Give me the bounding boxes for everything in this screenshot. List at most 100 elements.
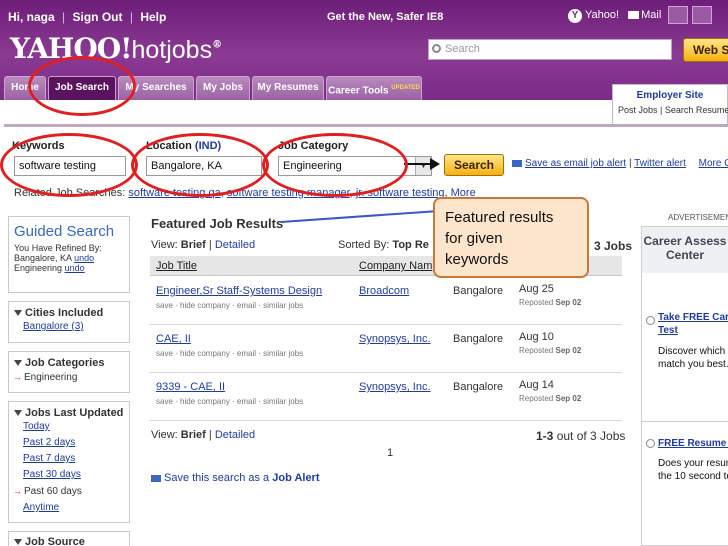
company-link[interactable]: Synopsys, Inc. (359, 333, 431, 345)
count-text: out of 3 Jobs (556, 429, 626, 443)
categories-header[interactable]: Job Categories (9, 352, 129, 369)
triangle-down-icon (14, 539, 22, 546)
updated-filter-item[interactable]: Past 30 days (9, 467, 129, 483)
tab-label: My Jobs (202, 82, 243, 93)
sort-control[interactable]: Sorted By: Top Re (338, 239, 429, 251)
updated-filter-item[interactable]: Anytime (9, 500, 129, 516)
tab-my-jobs[interactable]: My Jobs (196, 76, 250, 100)
signout-link[interactable]: Sign Out (73, 10, 123, 24)
table-row: CAE, II Synopsys, Inc. Bangalore Aug 10 … (150, 325, 622, 373)
separator: | (628, 158, 632, 169)
job-title-link[interactable]: 9339 - CAE, II (156, 381, 225, 393)
job-title-link[interactable]: Engineer,Sr Staff-Systems Design (156, 285, 322, 297)
job-title-link[interactable]: CAE, II (156, 333, 191, 345)
web-search-input[interactable]: Search (428, 39, 672, 60)
reposted-date: Sep 02 (555, 394, 582, 403)
col-job-title[interactable]: Job Title (156, 260, 197, 272)
row-actions[interactable]: save · hide company · email · similar jo… (156, 301, 303, 310)
callout-text-line: for given (445, 230, 503, 247)
view-brief: Brief (180, 429, 206, 441)
updated-filter-item[interactable]: Past 2 days (9, 435, 129, 451)
save-search-text[interactable]: Save this search as a (164, 472, 269, 484)
search-button[interactable]: Search (444, 154, 504, 176)
featured-results-title: Featured Job Results (151, 216, 284, 231)
reposted-label: Reposted (519, 394, 554, 403)
ad-radio-icon (646, 439, 655, 448)
job-date: Aug 25 (519, 283, 554, 295)
separator: | (62, 10, 66, 24)
table-row: Engineer,Sr Staff-Systems Design Broadco… (150, 277, 622, 325)
employer-site-link[interactable]: Employer Site (613, 90, 727, 101)
email-alert-link[interactable]: Save as email job alert (525, 158, 626, 169)
view-toggle-bottom: View: Brief | Detailed (151, 429, 256, 441)
cities-title: Cities Included (25, 307, 104, 319)
job-source-header[interactable]: Job Source (9, 532, 129, 546)
company-link[interactable]: Broadcom (359, 285, 409, 297)
reposted-text: Reposted Sep 02 (519, 346, 581, 355)
help-link[interactable]: Help (140, 10, 166, 24)
row-actions[interactable]: save · hide company · email · similar jo… (156, 349, 303, 358)
updated-filter-item[interactable]: Today (9, 419, 129, 435)
reposted-text: Reposted Sep 02 (519, 298, 581, 307)
advertisement-label: ADVERTISEMENT (668, 213, 728, 222)
messenger-icon[interactable] (668, 6, 688, 24)
updated-filter-item[interactable]: Past 7 days (9, 451, 129, 467)
undo-link[interactable]: undo (74, 253, 94, 263)
ie8-promo-link[interactable]: Get the New, Safer IE8 (327, 11, 443, 23)
shortcut-icon[interactable] (692, 6, 712, 24)
advertisement-box: Career AssessCenter Take FREE Caree Test… (641, 226, 728, 546)
cities-header[interactable]: Cities Included (9, 302, 129, 319)
job-source-box: Job Source (8, 531, 130, 546)
row-actions[interactable]: save · hide company · email · similar jo… (156, 397, 303, 406)
view-label: View: (151, 429, 178, 441)
callout-text-line: Featured results (445, 209, 554, 226)
guided-search-box: Guided Search You Have Refined By: Banga… (8, 216, 130, 293)
view-detailed-link[interactable]: Detailed (215, 429, 255, 441)
more-options-link[interactable]: More Options (699, 158, 728, 169)
ad-link[interactable]: Test (658, 324, 678, 337)
chevron-down-icon[interactable]: ▼ (415, 157, 431, 175)
annotation-oval-keywords (0, 133, 138, 197)
reposted-date: Sep 02 (555, 346, 582, 355)
callout-pointer-line (280, 210, 434, 223)
updated-filter-item-current: Past 60 days (9, 483, 129, 500)
ad-link[interactable]: FREE Resume Gr (658, 437, 728, 450)
alert-links: Save as email job alert | Twitter alert … (512, 158, 728, 169)
web-search-button[interactable]: Web Se (683, 38, 728, 62)
envelope-icon (628, 11, 640, 20)
categories-title: Job Categories (25, 357, 105, 369)
col-company[interactable]: Company Nam (359, 260, 432, 272)
envelope-icon (512, 159, 522, 167)
arrow-right-icon (430, 158, 440, 170)
ad-head-line: Center (665, 248, 704, 262)
ad-header[interactable]: Career Assess Center (642, 227, 728, 273)
reposted-label: Reposted (519, 298, 554, 307)
yahoo-link[interactable]: Yahoo! (585, 9, 619, 21)
last-updated-title: Jobs Last Updated (25, 407, 124, 419)
sorted-label: Sorted By: (338, 239, 390, 251)
job-alert-link[interactable]: Job Alert (272, 472, 319, 484)
view-detailed-link[interactable]: Detailed (215, 239, 255, 251)
triangle-down-icon (14, 410, 22, 417)
mail-link[interactable]: Mail (641, 9, 661, 21)
company-link[interactable]: Synopsys, Inc. (359, 381, 431, 393)
city-filter-item[interactable]: Bangalore (3) (9, 319, 129, 335)
tab-career-tools[interactable]: Career Tools UPDATED (326, 76, 422, 100)
hotjobs-logo-text: hotjobs (131, 36, 213, 64)
cities-box: Cities Included Bangalore (3) (8, 301, 130, 343)
refined-value: Engineering (14, 263, 63, 273)
top-user-bar: Hi, naga | Sign Out | Help (8, 10, 170, 24)
view-toggle: View: Brief | Detailed (151, 239, 256, 251)
yahoo-icon: Y (568, 9, 582, 23)
ad-text: Does your resum (658, 458, 728, 469)
categories-box: Job Categories Engineering (8, 351, 130, 393)
category-filter-item: Engineering (9, 369, 129, 386)
hotjobs-logo[interactable]: YAHOO!hotjobs® (10, 32, 222, 65)
callout-text-line: keywords (445, 251, 509, 268)
employer-links[interactable]: Post Jobs | Search Resumes (613, 105, 728, 115)
tab-my-resumes[interactable]: My Resumes (252, 76, 324, 100)
last-updated-header[interactable]: Jobs Last Updated (9, 402, 129, 419)
twitter-alert-link[interactable]: Twitter alert (634, 158, 686, 169)
undo-link[interactable]: undo (65, 263, 85, 273)
ad-link[interactable]: Take FREE Caree (658, 311, 728, 324)
